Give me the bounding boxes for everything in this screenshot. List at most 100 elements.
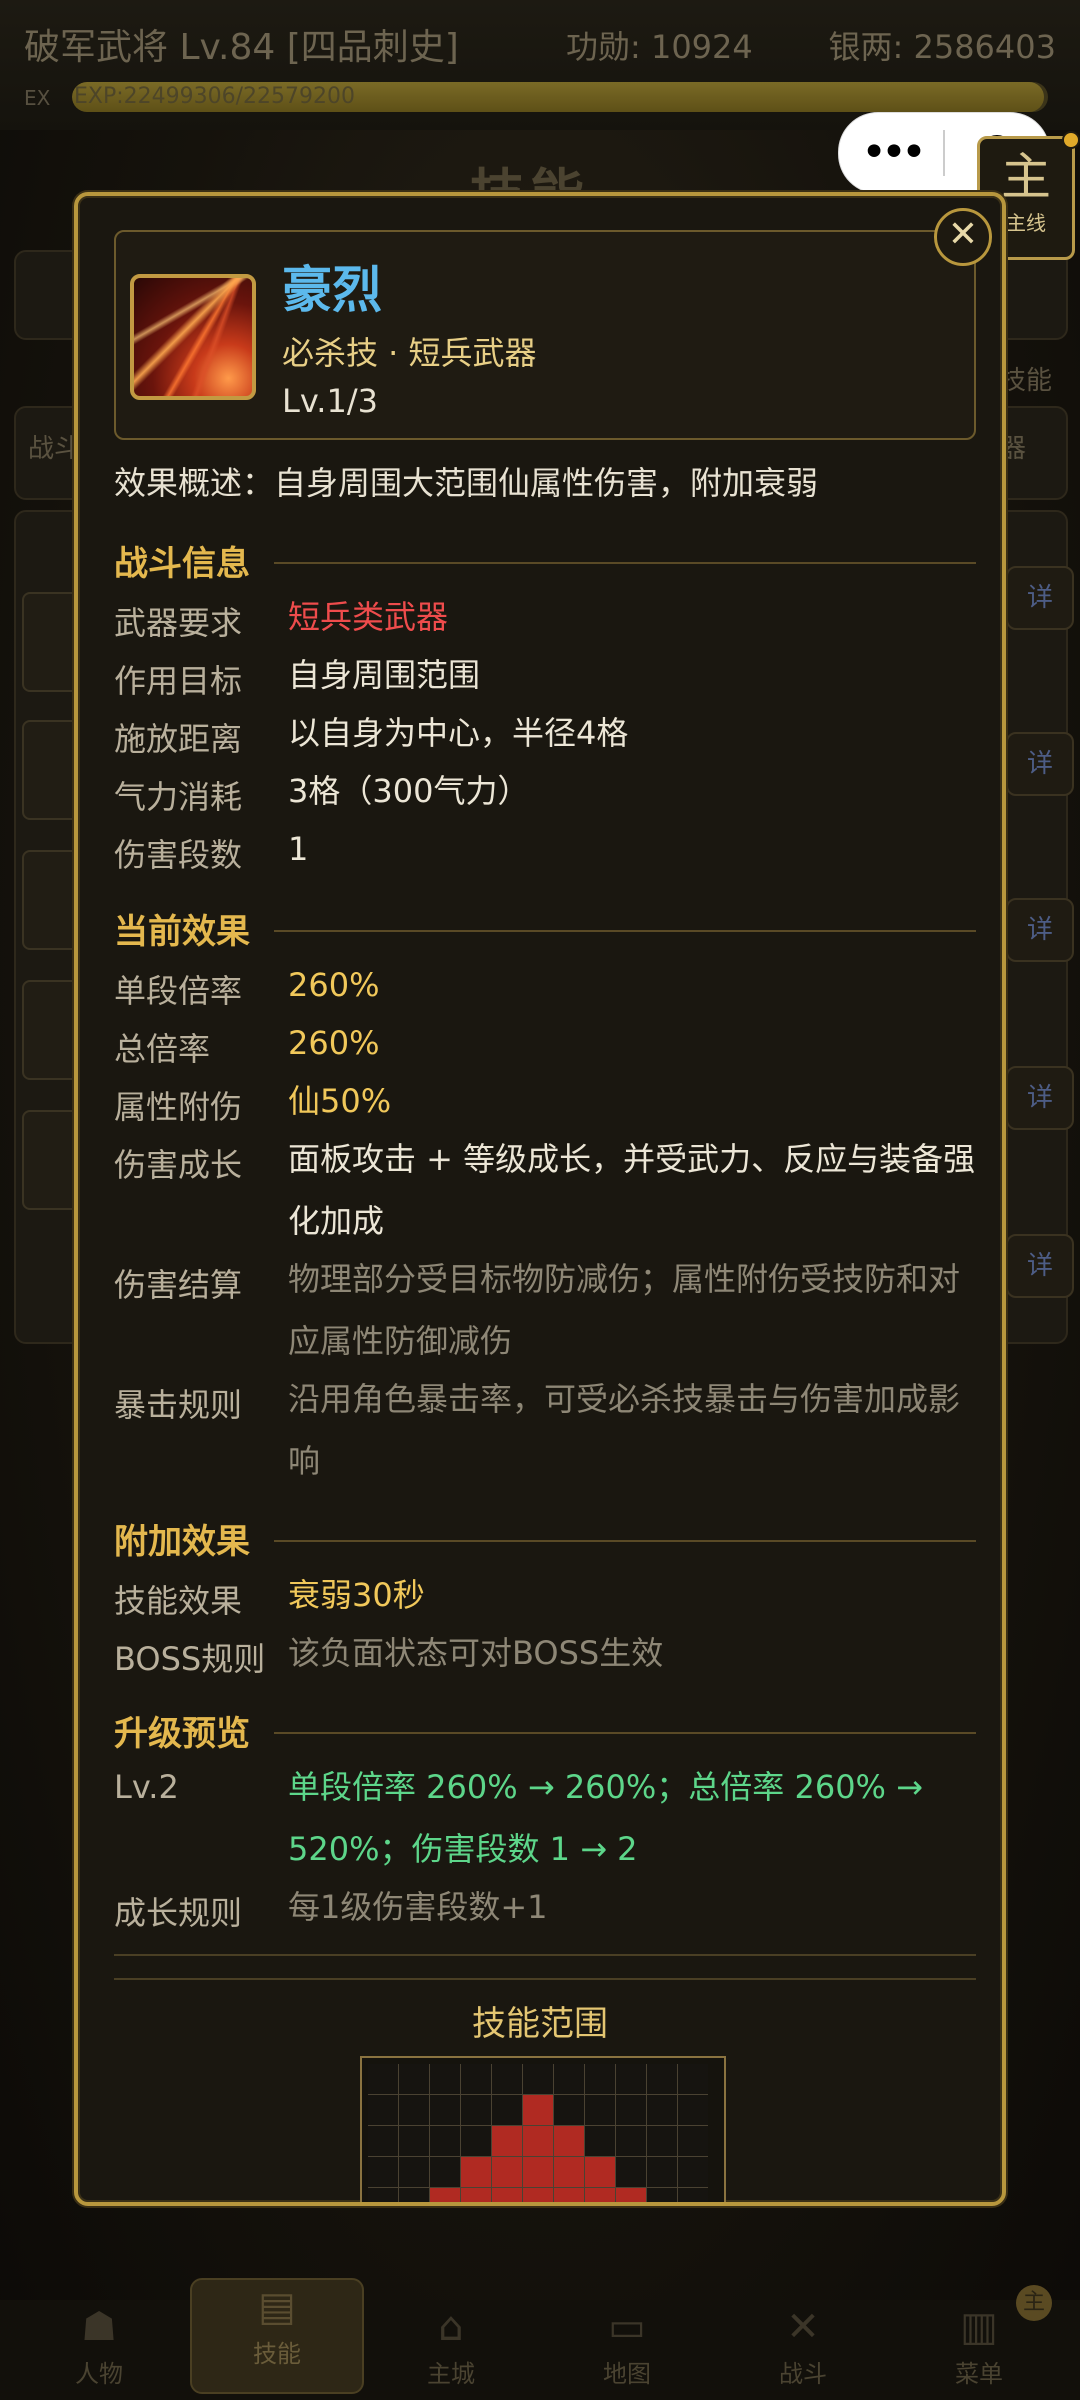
info-label: 施放距离 xyxy=(114,720,243,758)
background-detail-button[interactable]: 详 xyxy=(1006,566,1074,630)
section-title: 当前效果 xyxy=(114,912,250,952)
range-cell-active xyxy=(492,2126,522,2156)
range-cell xyxy=(678,2157,708,2187)
range-cell-active xyxy=(554,2126,584,2156)
info-label: 气力消耗 xyxy=(114,778,243,816)
range-cell-active xyxy=(523,2157,553,2187)
info-value: 260% xyxy=(288,1024,380,1062)
background-skill-icon xyxy=(22,592,82,692)
nav-city[interactable]: ⌂ 主城 xyxy=(366,2300,536,2400)
range-cell xyxy=(399,2126,429,2156)
range-cell xyxy=(523,2064,553,2094)
range-grid-cells xyxy=(368,2064,708,2202)
range-cell-active xyxy=(585,2188,615,2202)
range-cell xyxy=(368,2064,398,2094)
more-dots-icon[interactable]: ••• xyxy=(839,131,943,175)
info-label: Lv.2 xyxy=(114,1768,179,1806)
map-icon: ▭ xyxy=(608,2304,646,2350)
range-cell xyxy=(647,2095,677,2125)
range-cell-active xyxy=(492,2188,522,2202)
info-value: 物理部分受目标物防减伤；属性附伤受技防和对应属性防御减伤 xyxy=(288,1260,961,1360)
skill-level: Lv.1/3 xyxy=(282,382,378,420)
background-skill-icon xyxy=(22,980,82,1080)
range-cell xyxy=(616,2095,646,2125)
info-value: 沿用角色暴击率，可受必杀技暴击与伤害加成影响 xyxy=(288,1380,961,1480)
range-cell xyxy=(368,2157,398,2187)
range-cell xyxy=(585,2064,615,2094)
swords-icon: ✕ xyxy=(786,2304,820,2350)
range-cell-active xyxy=(461,2157,491,2187)
info-value: 面板攻击 + 等级成长，并受武力、反应与装备强化加成 xyxy=(288,1140,976,1240)
range-cell xyxy=(430,2126,460,2156)
range-cell-active xyxy=(523,2095,553,2125)
info-label: 成长规则 xyxy=(114,1894,243,1932)
effect-summary: 效果概述：自身周围大范围仙属性伤害，附加衰弱 xyxy=(114,464,819,502)
section-current-effect: 当前效果 xyxy=(114,904,976,954)
info-label: 武器要求 xyxy=(114,604,243,642)
background-detail-button[interactable]: 详 xyxy=(1006,732,1074,796)
range-cell-active xyxy=(523,2126,553,2156)
nav-character[interactable]: ☗ 人物 xyxy=(14,2300,184,2400)
range-cell-active xyxy=(461,2188,491,2202)
main-quest-corner-badge[interactable]: 主 xyxy=(1016,2285,1052,2321)
range-cell-active xyxy=(554,2188,584,2202)
range-cell xyxy=(616,2157,646,2187)
range-cell xyxy=(647,2126,677,2156)
nav-map[interactable]: ▭ 地图 xyxy=(542,2300,712,2400)
merit-counter: 功勋: 10924 xyxy=(566,28,753,66)
info-value: 3格（300气力） xyxy=(288,772,530,810)
skill-type: 必杀技 · 短兵武器 xyxy=(282,334,537,372)
info-value: 1 xyxy=(288,830,309,868)
range-cell xyxy=(461,2126,491,2156)
range-cell xyxy=(399,2188,429,2202)
info-label: 总倍率 xyxy=(114,1030,211,1068)
info-label: 暴击规则 xyxy=(114,1386,243,1424)
status-header: 破军武将 Lv.84 [四品刺史] 功勋: 10924 银两: 2586403 … xyxy=(0,0,1080,130)
skill-range-grid xyxy=(360,2056,726,2202)
range-cell xyxy=(585,2126,615,2156)
info-label: 单段倍率 xyxy=(114,972,243,1010)
info-value: 单段倍率 260% → 260%；总倍率 260% → 520%；伤害段数 1 … xyxy=(288,1768,923,1868)
range-cell xyxy=(492,2095,522,2125)
range-cell xyxy=(647,2188,677,2202)
range-cell xyxy=(399,2157,429,2187)
background-detail-button[interactable]: 详 xyxy=(1006,1234,1074,1298)
character-title: 破军武将 Lv.84 [四品刺史] xyxy=(24,27,459,68)
info-label: 伤害成长 xyxy=(114,1146,243,1184)
background-detail-button[interactable]: 详 xyxy=(1006,1066,1074,1130)
skill-name: 豪烈 xyxy=(282,261,382,319)
info-value: 衰弱30秒 xyxy=(288,1576,425,1614)
background-tag-skill: 技能 xyxy=(1000,366,1053,396)
info-value: 以自身为中心，半径4格 xyxy=(288,714,629,752)
info-label: 伤害段数 xyxy=(114,836,243,874)
range-cell xyxy=(368,2188,398,2202)
range-cell xyxy=(678,2126,708,2156)
section-title: 升级预览 xyxy=(114,1714,250,1754)
nav-skills[interactable]: ▤ 技能 xyxy=(190,2278,364,2394)
section-divider xyxy=(274,930,976,932)
info-value: 自身周围范围 xyxy=(288,656,481,694)
divider xyxy=(114,1954,976,1956)
section-title: 战斗信息 xyxy=(114,544,250,584)
background-tag-battle: 战斗 xyxy=(28,434,81,464)
range-cell xyxy=(616,2126,646,2156)
range-cell xyxy=(647,2157,677,2187)
range-cell-active xyxy=(430,2188,460,2202)
range-cell xyxy=(492,2064,522,2094)
close-button[interactable]: ✕ xyxy=(934,208,992,266)
background-skill-icon xyxy=(22,1110,82,1210)
range-cell xyxy=(399,2064,429,2094)
skill-icon xyxy=(130,274,256,400)
background-skill-icon xyxy=(22,850,82,950)
section-extra-effect: 附加效果 xyxy=(114,1514,976,1564)
range-cell xyxy=(647,2064,677,2094)
range-cell xyxy=(554,2095,584,2125)
silver-counter: 银两: 2586403 xyxy=(828,28,1056,66)
info-label: 技能效果 xyxy=(114,1582,243,1620)
range-cell xyxy=(399,2095,429,2125)
nav-battle[interactable]: ✕ 战斗 xyxy=(718,2300,888,2400)
background-detail-button[interactable]: 详 xyxy=(1006,898,1074,962)
range-cell xyxy=(678,2064,708,2094)
exp-text: EXP:22499306/22579200 xyxy=(74,84,356,109)
info-label: 属性附伤 xyxy=(114,1088,243,1126)
